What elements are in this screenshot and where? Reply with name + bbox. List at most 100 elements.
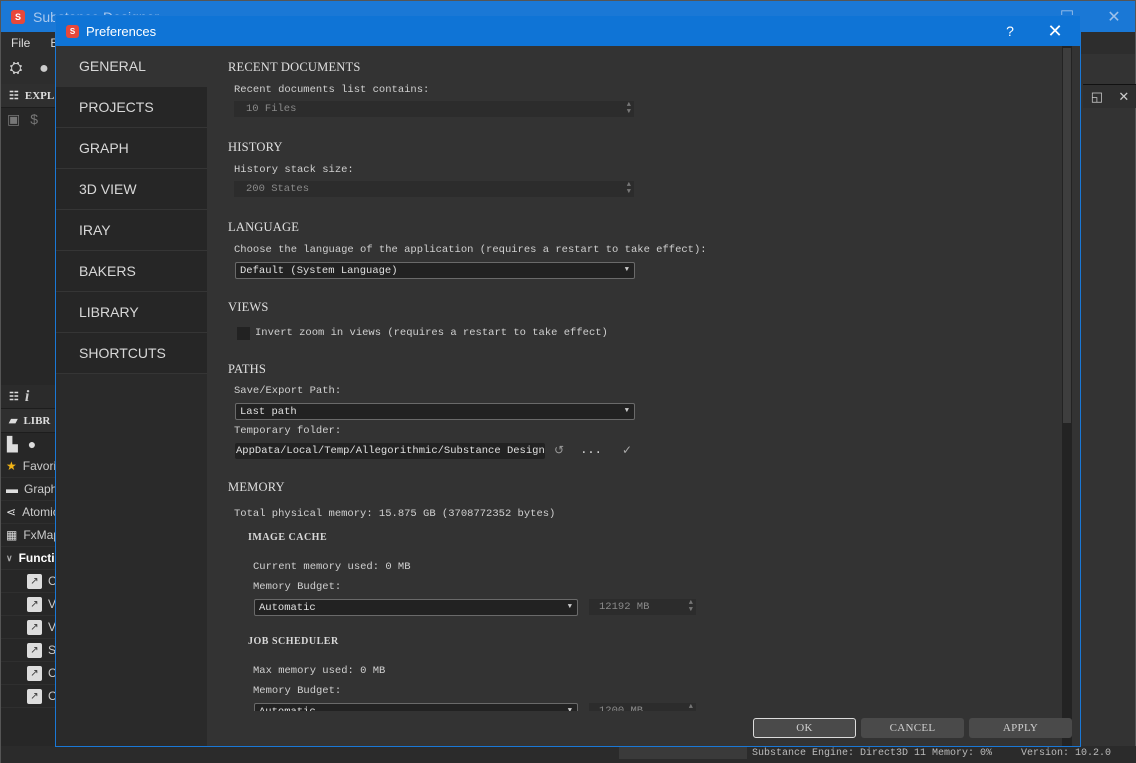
- invert-zoom-checkbox[interactable]: [237, 327, 250, 340]
- job-scheduler-budget-spinbox[interactable]: 1200 MB ▲▼: [589, 703, 696, 711]
- dialog-titlebar: S Preferences ? ✕: [56, 16, 1080, 46]
- spin-arrows-icon[interactable]: ▲▼: [689, 599, 693, 615]
- library-panel-header: ▰ LIBR: [1, 409, 60, 433]
- section-title-recent: RECENT DOCUMENTS: [228, 60, 361, 74]
- job-scheduler-budget-label: Memory Budget:: [253, 685, 342, 697]
- nav-3d-view[interactable]: 3D VIEW: [56, 169, 207, 210]
- nav-graph[interactable]: GRAPH: [56, 128, 207, 169]
- library-item-function-nodes[interactable]: ∨ Function Nodes: [1, 547, 60, 570]
- dropdown-arrow-icon: ▼: [567, 707, 572, 711]
- language-select[interactable]: Default (System Language) ▼: [235, 262, 635, 279]
- explorer-panel-header: ☷ EXPL: [1, 84, 60, 108]
- function-sub-item[interactable]: ↗ C: [1, 685, 60, 708]
- function-icon: ↗: [27, 596, 42, 612]
- close-panel-icon[interactable]: ✕: [1118, 89, 1129, 105]
- cancel-button[interactable]: CANCEL: [861, 718, 964, 738]
- content-scrollbar[interactable]: [1062, 46, 1072, 746]
- publish-icon[interactable]: $: [30, 111, 38, 127]
- section-title-language: LANGUAGE: [228, 220, 300, 234]
- substance-logo-icon: S: [66, 24, 79, 38]
- save-path-label: Save/Export Path:: [234, 385, 342, 397]
- nav-projects[interactable]: PROJECTS: [56, 87, 207, 128]
- function-icon: ↗: [27, 665, 42, 681]
- apply-button[interactable]: APPLY: [969, 718, 1072, 738]
- explorer-label: EXPL: [24, 89, 55, 102]
- add-folder-icon[interactable]: ▙: [7, 436, 18, 453]
- new-package-icon[interactable]: ⛭: [7, 60, 25, 78]
- star-icon: ★: [6, 459, 17, 473]
- library-item-favorites[interactable]: ★ Favorites: [1, 455, 60, 478]
- save-path-select[interactable]: Last path ▼: [235, 403, 635, 420]
- preferences-content: RECENT DOCUMENTS Recent documents list c…: [207, 46, 1067, 711]
- recent-label: Recent documents list contains:: [234, 84, 430, 96]
- function-icon: ↗: [27, 642, 42, 658]
- library-item-fxmap-nodes[interactable]: ▦ FxMap Nodes: [1, 524, 60, 547]
- function-icon: ↗: [27, 619, 42, 635]
- help-button[interactable]: ?: [1000, 16, 1020, 46]
- job-scheduler-budget-select[interactable]: Automatic ▼: [254, 703, 578, 711]
- browse-button[interactable]: ...: [579, 442, 603, 458]
- nav-general[interactable]: GENERAL: [56, 46, 207, 87]
- spin-arrows-icon[interactable]: ▲▼: [627, 181, 631, 197]
- comment-icon: ▬: [6, 482, 18, 496]
- dropdown-arrow-icon: ▼: [567, 603, 572, 611]
- function-icon: ↗: [27, 573, 42, 589]
- temp-folder-label: Temporary folder:: [234, 425, 342, 437]
- preferences-nav: GENERAL PROJECTS GRAPH 3D VIEW IRAY BAKE…: [56, 46, 207, 746]
- section-title-history: HISTORY: [228, 140, 283, 154]
- nav-bakers[interactable]: BAKERS: [56, 251, 207, 292]
- add-resource-icon[interactable]: ●: [28, 436, 36, 452]
- reset-path-icon[interactable]: ↺: [551, 442, 567, 458]
- nav-shortcuts[interactable]: SHORTCUTS: [56, 333, 207, 374]
- invert-zoom-label[interactable]: Invert zoom in views (requires a restart…: [255, 327, 608, 339]
- function-sub-item[interactable]: ↗ V: [1, 593, 60, 616]
- recent-count-spinbox[interactable]: 10 Files ▲ ▼: [234, 101, 634, 117]
- engine-status: Substance Engine: Direct3D 11 Memory: 0%: [752, 748, 993, 759]
- library-item-atomic-nodes[interactable]: ⋖ Atomic Nodes: [1, 501, 60, 524]
- status-progress-strip: [619, 746, 747, 759]
- left-panel: ☷ EXPL ▣ $ ☷ i ▰ LIBR ▙ ● ★ Favorites ▬ …: [1, 84, 61, 763]
- spin-arrows-icon[interactable]: ▲▼: [689, 703, 693, 712]
- function-sub-item[interactable]: ↗ V: [1, 616, 60, 639]
- nav-library[interactable]: LIBRARY: [56, 292, 207, 333]
- section-title-paths: PATHS: [228, 362, 267, 376]
- temp-folder-input[interactable]: AppData/Local/Temp/Allegorithmic/Substan…: [235, 443, 545, 459]
- scrollbar-thumb[interactable]: [1063, 48, 1071, 423]
- history-size-spinbox[interactable]: 200 States ▲ ▼: [234, 181, 634, 197]
- image-cache-budget-select[interactable]: Automatic ▼: [254, 599, 578, 616]
- chevron-down-icon: ∨: [6, 552, 13, 563]
- section-title-views: VIEWS: [228, 300, 269, 314]
- substance-logo-icon: S: [11, 9, 25, 24]
- save-icon[interactable]: ▣: [7, 111, 20, 128]
- confirm-path-icon[interactable]: ✓: [619, 442, 635, 458]
- function-sub-item[interactable]: ↗ C: [1, 662, 60, 685]
- dialog-title: Preferences: [86, 23, 157, 39]
- job-scheduler-title: JOB SCHEDULER: [248, 636, 339, 647]
- info-icon[interactable]: i: [25, 388, 29, 406]
- dropdown-arrow-icon: ▼: [624, 266, 629, 274]
- new-resource-icon[interactable]: ●: [35, 60, 53, 78]
- float-panel-icon[interactable]: ◱: [1091, 89, 1103, 105]
- function-sub-item[interactable]: ↗ S: [1, 639, 60, 662]
- library-item-graph-items[interactable]: ▬ Graph Items: [1, 478, 60, 501]
- spin-arrows-icon[interactable]: ▲▼: [627, 101, 631, 117]
- image-cache-current: Current memory used: 0 MB: [253, 561, 411, 573]
- language-label: Choose the language of the application (…: [234, 244, 707, 256]
- explorer-toolbar: ▣ $: [1, 108, 60, 130]
- history-label: History stack size:: [234, 164, 354, 176]
- dialog-close-icon[interactable]: ✕: [1040, 16, 1070, 46]
- ok-button[interactable]: OK: [753, 718, 856, 738]
- preferences-dialog: S Preferences ? ✕ GENERAL PROJECTS GRAPH…: [55, 15, 1081, 747]
- nav-iray[interactable]: IRAY: [56, 210, 207, 251]
- function-sub-item[interactable]: ↗ C: [1, 570, 60, 593]
- library-toolbar: ▙ ●: [1, 433, 60, 455]
- version-label: Version: 10.2.0: [1021, 748, 1112, 759]
- image-cache-budget-spinbox[interactable]: 12192 MB ▲ ▼: [589, 599, 696, 615]
- grid-icon: ▦: [6, 528, 18, 542]
- menu-file[interactable]: File: [1, 36, 40, 50]
- tree-icon: ☷: [9, 90, 19, 102]
- image-cache-title: IMAGE CACHE: [248, 532, 328, 543]
- image-cache-budget-label: Memory Budget:: [253, 581, 342, 593]
- app-close-icon[interactable]: ✕: [1091, 1, 1136, 32]
- tree-icon[interactable]: ☷: [9, 390, 19, 403]
